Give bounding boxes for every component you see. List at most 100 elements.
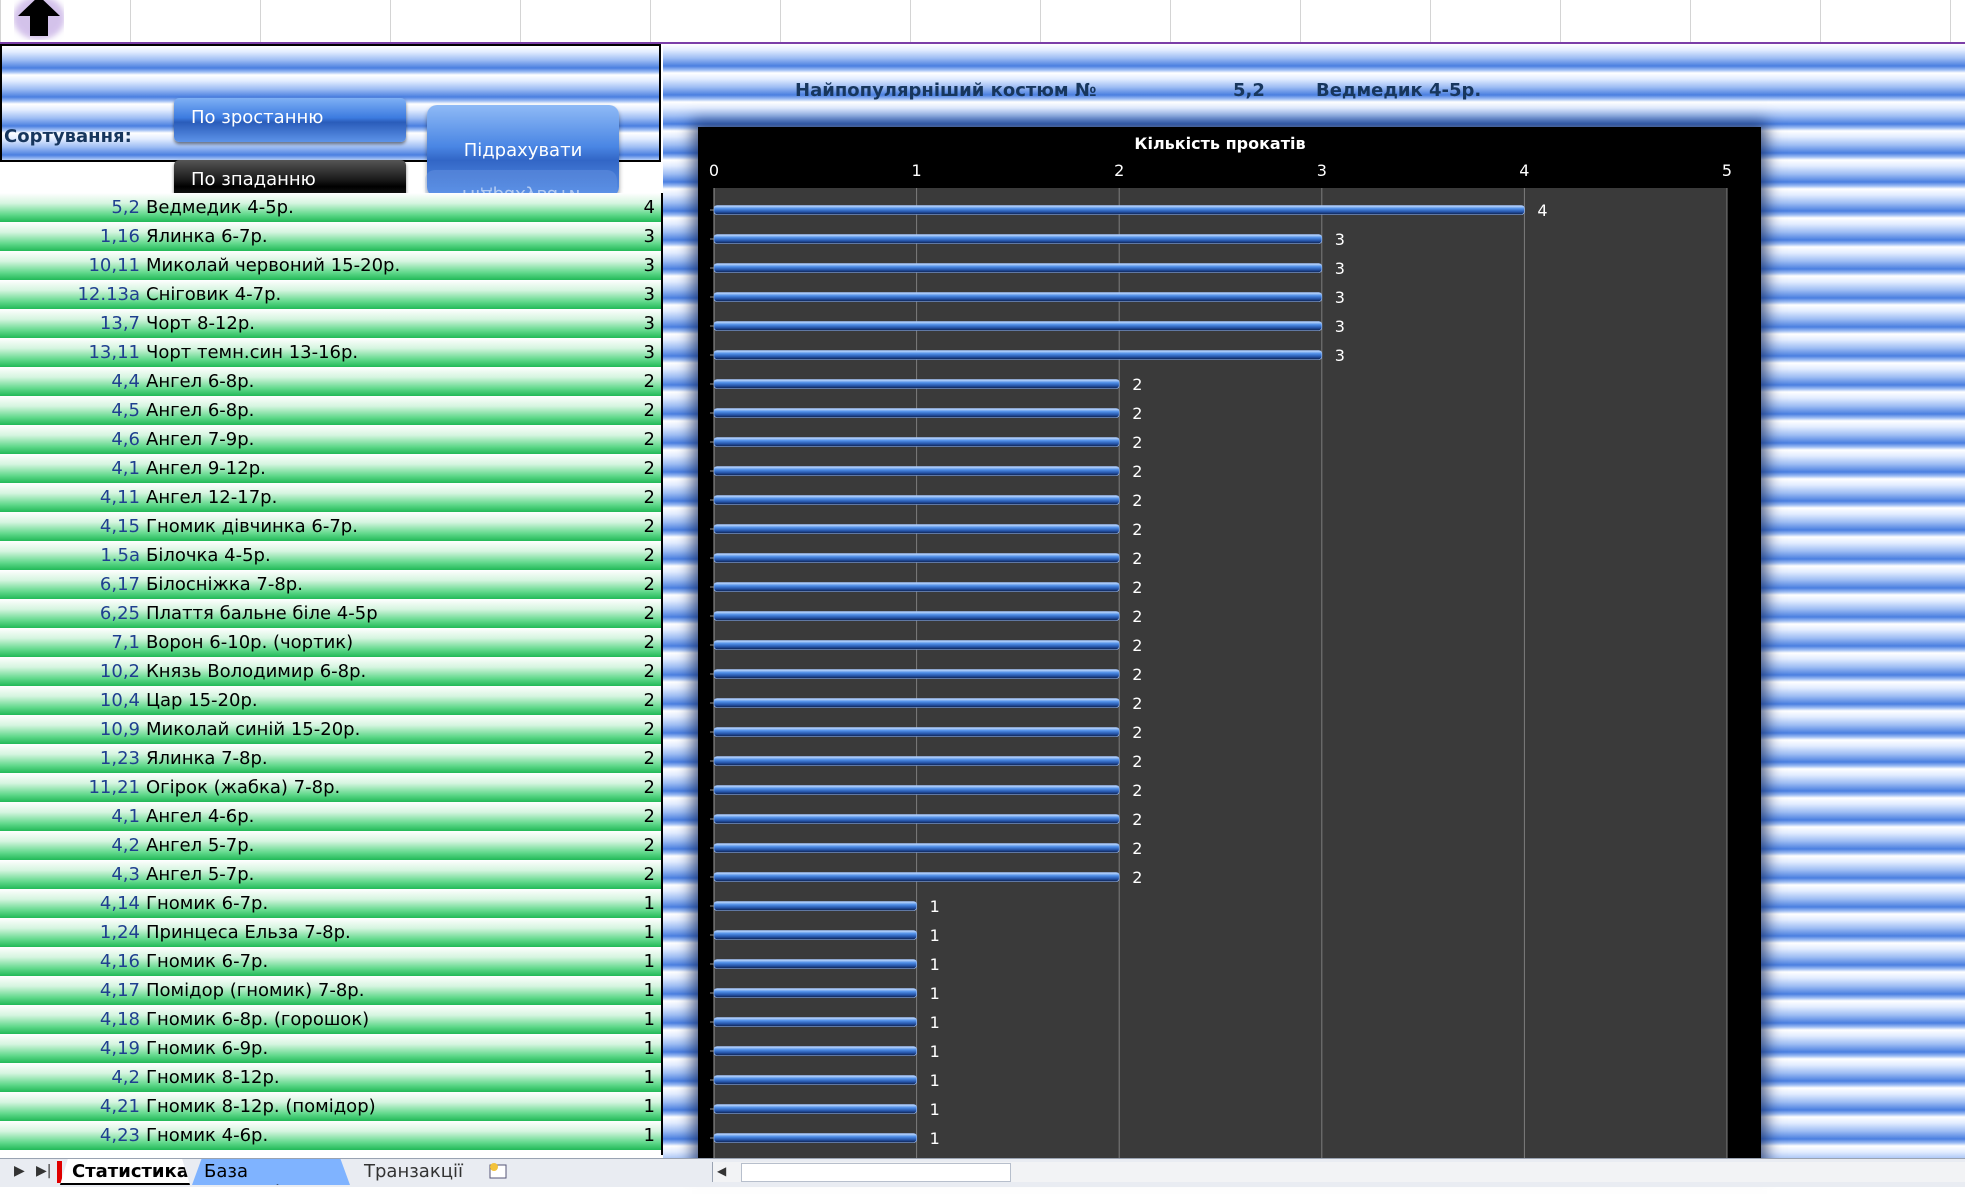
table-row[interactable]: 4,16 Гномик 6-7р. 1: [0, 947, 661, 976]
table-row[interactable]: 1.5а Білочка 4-5р. 2: [0, 541, 661, 570]
table-row[interactable]: 4,15 Гномик дівчинка 6-7р. 2: [0, 512, 661, 541]
data-label: 1: [930, 1071, 940, 1090]
rental-count: 3: [643, 342, 655, 363]
costume-code: 1,16: [99, 226, 140, 247]
data-label: 1: [930, 1013, 940, 1032]
table-row[interactable]: 4,2 Ангел 5-7р. 2: [0, 831, 661, 860]
tab-transactions[interactable]: Транзакції: [352, 1159, 472, 1185]
data-label: 3: [1335, 317, 1345, 336]
rental-count: 3: [643, 255, 655, 276]
scroll-left-icon[interactable]: ◀: [717, 1164, 726, 1178]
bar: [713, 582, 1120, 592]
table-row[interactable]: 10,11 Миколай червоний 15-20р. 3: [0, 251, 661, 280]
table-row[interactable]: 4,17 Помідор (гномик) 7-8р. 1: [0, 976, 661, 1005]
bar: [713, 785, 1120, 795]
table-row[interactable]: 5,2 Ведмедик 4-5р. 4: [0, 193, 661, 222]
data-label: 3: [1335, 346, 1345, 365]
rental-count: 3: [643, 284, 655, 305]
rental-count: 2: [643, 429, 655, 450]
table-row[interactable]: 13,11 Чорт темн.син 13-16р. 3: [0, 338, 661, 367]
table-row[interactable]: 4,1 Ангел 9-12р. 2: [0, 454, 661, 483]
table-row[interactable]: 1,24 Принцеса Ельза 7-8р. 1: [0, 918, 661, 947]
costume-name: Ангел 9-12р.: [146, 458, 266, 479]
rental-count: 2: [643, 690, 655, 711]
new-sheet-icon[interactable]: [474, 1159, 510, 1185]
costume-code: 4,23: [99, 1125, 140, 1146]
data-label: 2: [1132, 462, 1142, 481]
sheet-grid-top: [0, 0, 1965, 44]
costume-name: Огірок (жабка) 7-8р.: [146, 777, 341, 798]
costume-name: Плаття бальне біле 4-5р: [146, 603, 378, 624]
table-row[interactable]: 11,21 Огірок (жабка) 7-8р. 2: [0, 773, 661, 802]
table-row[interactable]: 6,17 Білосніжка 7-8р. 2: [0, 570, 661, 599]
horizontal-scrollbar[interactable]: ◀: [712, 1162, 1965, 1182]
table-row[interactable]: 4,2 Гномик 8-12р. 1: [0, 1063, 661, 1092]
bar: [713, 292, 1323, 302]
sort-ascending-button[interactable]: По зростанню: [174, 98, 406, 142]
table-row[interactable]: 6,25 Плаття бальне біле 4-5р 2: [0, 599, 661, 628]
table-row[interactable]: 4,23 Гномик 4-6р. 1: [0, 1121, 661, 1150]
bar: [713, 350, 1323, 360]
costume-code: 11,21: [88, 777, 140, 798]
data-label: 2: [1132, 607, 1142, 626]
rental-count: 2: [643, 661, 655, 682]
table-row[interactable]: 4,5 Ангел 6-8р. 2: [0, 396, 661, 425]
table-row[interactable]: 1,23 Ялинка 7-8р. 2: [0, 744, 661, 773]
table-row[interactable]: 4,19 Гномик 6-9р. 1: [0, 1034, 661, 1063]
costume-code: 4,16: [99, 951, 140, 972]
table-row[interactable]: 10,9 Миколай синій 15-20р. 2: [0, 715, 661, 744]
data-label: 1: [930, 1042, 940, 1061]
most-popular-label: Найпопулярніший костюм №: [795, 80, 1097, 101]
costume-name: Гномик 4-6р.: [146, 1125, 269, 1146]
costume-name: Чорт 8-12р.: [146, 313, 255, 334]
data-label: 2: [1132, 752, 1142, 771]
bar: [713, 843, 1120, 853]
costume-code: 12.13а: [77, 284, 140, 305]
table-row[interactable]: 10,2 Князь Володимир 6-8р. 2: [0, 657, 661, 686]
x-tick-label: 5: [1722, 161, 1732, 180]
x-tick-label: 4: [1519, 161, 1529, 180]
data-label: 1: [930, 1100, 940, 1119]
table-row[interactable]: 4,4 Ангел 6-8р. 2: [0, 367, 661, 396]
table-row[interactable]: 10,4 Цар 15-20р. 2: [0, 686, 661, 715]
bar: [713, 466, 1120, 476]
costume-code: 4,3: [111, 864, 140, 885]
tab-costume-base[interactable]: База костюмів: [192, 1159, 350, 1185]
scrollbar-thumb[interactable]: [741, 1163, 1011, 1182]
costume-code: 4,19: [99, 1038, 140, 1059]
costume-code: 1,23: [99, 748, 140, 769]
up-arrow-icon[interactable]: [14, 0, 64, 40]
data-label: 2: [1132, 839, 1142, 858]
table-row[interactable]: 12.13а Сніговик 4-7р. 3: [0, 280, 661, 309]
costume-name: Гномик дівчинка 6-7р.: [146, 516, 358, 537]
costume-name: Гномик 6-7р.: [146, 893, 269, 914]
table-row[interactable]: 4,3 Ангел 5-7р. 2: [0, 860, 661, 889]
most-popular-number: 5,2: [1233, 80, 1265, 101]
rental-count: 2: [643, 864, 655, 885]
table-row[interactable]: 4,21 Гномик 8-12р. (помідор) 1: [0, 1092, 661, 1121]
costume-name: Гномик 6-7р.: [146, 951, 269, 972]
data-label: 2: [1132, 868, 1142, 887]
tab-scroll-next-icon[interactable]: ▶: [14, 1163, 25, 1179]
table-row[interactable]: 4,1 Ангел 4-6р. 2: [0, 802, 661, 831]
costume-code: 1.5а: [100, 545, 140, 566]
table-row[interactable]: 4,6 Ангел 7-9р. 2: [0, 425, 661, 454]
tab-statistics[interactable]: Статистика: [60, 1159, 190, 1185]
costume-code: 4,11: [99, 487, 140, 508]
rental-count: 3: [643, 226, 655, 247]
table-row[interactable]: 4,18 Гномик 6-8р. (горошок) 1: [0, 1005, 661, 1034]
table-row[interactable]: 7,1 Ворон 6-10р. (чортик) 2: [0, 628, 661, 657]
rental-count: 2: [643, 487, 655, 508]
bar: [713, 524, 1120, 534]
table-row[interactable]: 4,14 Гномик 6-7р. 1: [0, 889, 661, 918]
bar: [713, 1133, 917, 1143]
most-popular-name: Ведмедик 4-5р.: [1316, 80, 1482, 101]
table-row[interactable]: 1,16 Ялинка 6-7р. 3: [0, 222, 661, 251]
costume-code: 6,17: [99, 574, 140, 595]
table-row[interactable]: 13,7 Чорт 8-12р. 3: [0, 309, 661, 338]
table-row[interactable]: 4,11 Ангел 12-17р. 2: [0, 483, 661, 512]
rental-count: 2: [643, 371, 655, 392]
tab-scroll-last-icon[interactable]: ▶|: [36, 1163, 51, 1179]
rental-count: 2: [643, 632, 655, 653]
rental-count: 2: [643, 545, 655, 566]
